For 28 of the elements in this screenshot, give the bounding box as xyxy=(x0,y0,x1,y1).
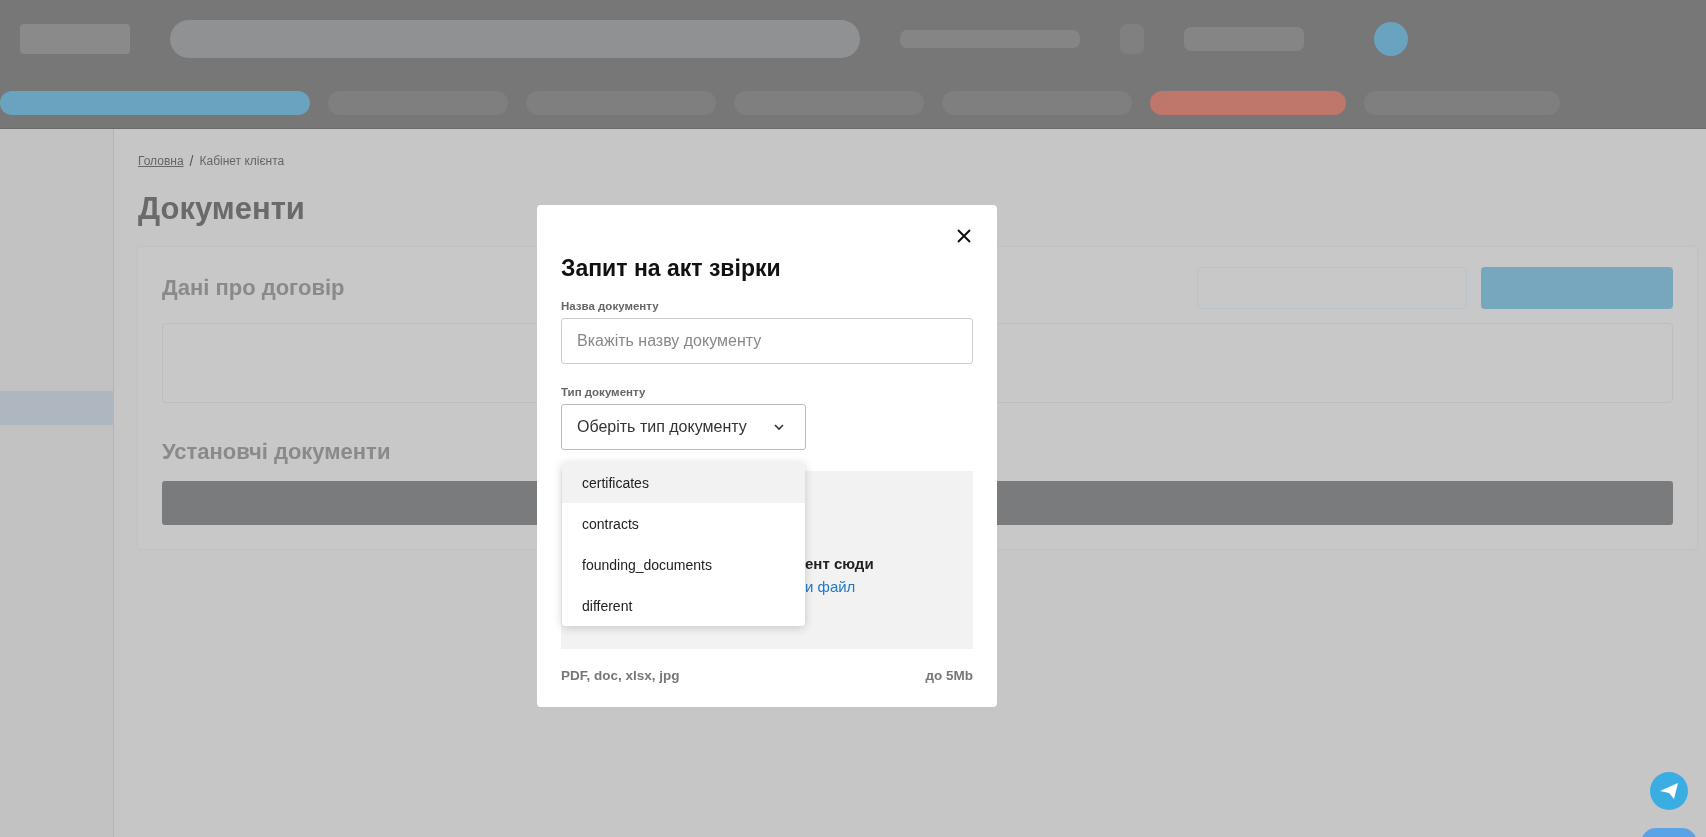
chevron-icon xyxy=(773,423,785,431)
page-title: Документи xyxy=(138,191,306,227)
avatar[interactable] xyxy=(1374,22,1408,56)
catalog-button[interactable] xyxy=(0,91,310,115)
modal-title: Запит на акт звірки xyxy=(561,255,782,282)
paper-plane-icon xyxy=(1659,782,1679,800)
type-select[interactable]: Оберіть тип документу xyxy=(561,404,806,450)
sidebar-item[interactable] xyxy=(0,391,113,425)
breadcrumb-current: Кабінет клієнта xyxy=(199,154,285,168)
telegram-button[interactable] xyxy=(1650,772,1688,810)
dropdown-option[interactable]: different xyxy=(562,585,805,626)
field-label: Назва документу xyxy=(561,300,660,312)
size-limit-text: до 5Mb xyxy=(925,668,973,683)
add-button[interactable] xyxy=(1481,267,1673,309)
dropdown-option[interactable]: founding_documents xyxy=(562,544,805,585)
upload-text: ент сюди xyxy=(805,555,875,572)
close-icon[interactable] xyxy=(955,227,973,245)
section-title: Установчі документи xyxy=(162,439,392,465)
section-title: Дані про договір xyxy=(162,275,345,301)
sale-tab[interactable] xyxy=(1150,91,1346,115)
dropdown-option[interactable]: certificates xyxy=(562,462,805,503)
dropdown-option[interactable]: contracts xyxy=(562,503,805,544)
search-field[interactable] xyxy=(170,20,860,58)
field-label: Тип документу xyxy=(561,386,647,398)
input-field[interactable]: Вкажіть назву документу xyxy=(561,318,973,364)
formats-text: PDF, doc, xlsx, jpg xyxy=(561,668,680,683)
choose-file-link[interactable]: и файл xyxy=(805,578,973,595)
breadcrumb-separator: / xyxy=(189,153,194,169)
